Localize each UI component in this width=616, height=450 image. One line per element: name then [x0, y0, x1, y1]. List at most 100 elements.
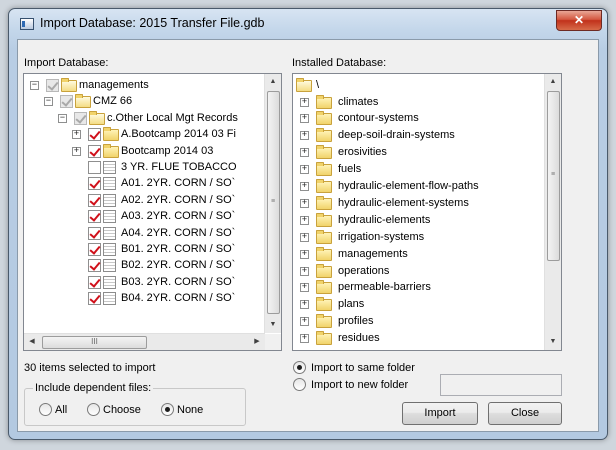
expand-icon[interactable]: + [300, 148, 309, 158]
radio-choose-circle[interactable] [87, 403, 100, 416]
folder-icon [316, 212, 332, 227]
tree-item-label: B01. 2YR. CORN / SO` [121, 243, 236, 255]
expand-icon[interactable]: + [300, 131, 309, 141]
expand-icon[interactable]: + [300, 215, 309, 225]
radio-choose[interactable]: Choose [87, 402, 157, 418]
title-bar[interactable]: Import Database: 2015 Transfer File.gdb … [9, 9, 607, 39]
expand-icon[interactable]: + [300, 198, 309, 208]
expand-icon[interactable]: + [300, 114, 309, 124]
expand-icon[interactable]: + [300, 300, 309, 310]
expand-icon[interactable]: + [300, 182, 309, 191]
scroll-left-icon[interactable]: ◀ [24, 334, 40, 350]
folder-icon [316, 229, 332, 244]
scroll-up-icon[interactable]: ▲ [545, 74, 561, 90]
expand-icon[interactable]: + [300, 334, 309, 344]
installed-item-label: hydraulic-element-systems [338, 196, 469, 209]
tree-item-label: c.Other Local Mgt Records [107, 111, 238, 124]
installed-item-label: residues [338, 332, 380, 345]
collapse-icon[interactable]: − [44, 97, 53, 107]
left-horizontal-scrollbar[interactable]: ◀ III ▶ [24, 333, 265, 350]
tree-item-label: CMZ 66 [93, 95, 133, 108]
radio-same-folder-circle[interactable] [293, 361, 306, 374]
installed-database-tree[interactable]: \ + climates + contour-systems + deep-soil-dr… [292, 73, 562, 351]
tree-item-label: 3 YR. FLUE TOBACCO [121, 161, 237, 173]
new-folder-input[interactable] [440, 374, 562, 396]
installed-item-label: profiles [338, 315, 374, 328]
radio-none-circle[interactable] [161, 403, 174, 416]
tree-item-label: A.Bootcamp 2014 03 Fi [121, 128, 236, 141]
import-button[interactable]: Import [402, 402, 478, 425]
document-icon [103, 259, 116, 273]
item-checkbox[interactable] [88, 275, 101, 289]
document-icon [103, 292, 116, 306]
folder-icon [316, 111, 332, 126]
item-checkbox[interactable] [88, 128, 101, 142]
radio-none[interactable]: None [161, 402, 221, 418]
expand-icon[interactable]: + [300, 283, 309, 293]
right-vertical-scrollbar[interactable]: ▲ ≡ ▼ [544, 74, 561, 350]
window-title: Import Database: 2015 Transfer File.gdb [40, 16, 265, 30]
expand-icon[interactable]: + [300, 317, 309, 327]
installed-item-label: operations [338, 264, 390, 277]
collapse-icon[interactable]: − [58, 113, 67, 123]
expand-icon[interactable]: + [300, 232, 309, 242]
item-checkbox[interactable] [88, 177, 101, 191]
item-checkbox[interactable] [88, 243, 101, 256]
expand-icon[interactable]: + [300, 165, 309, 175]
folder-icon [316, 128, 332, 143]
folder-icon [316, 297, 332, 312]
installed-item-label: climates [338, 95, 379, 108]
horizontal-scroll-thumb[interactable]: III [42, 336, 147, 349]
installed-item-label: irrigation-systems [338, 230, 425, 243]
item-checkbox[interactable] [88, 259, 101, 273]
item-checkbox[interactable] [60, 95, 73, 109]
expand-icon[interactable]: + [300, 249, 309, 259]
item-checkbox[interactable] [88, 144, 101, 158]
folder-icon [103, 143, 119, 158]
folder-open-icon [75, 94, 91, 109]
close-window-button[interactable]: ✕ [556, 10, 602, 31]
item-checkbox[interactable] [88, 161, 101, 174]
expand-icon[interactable]: + [300, 97, 309, 107]
radio-new-folder[interactable]: Import to new folder [293, 377, 453, 393]
folder-icon [103, 127, 119, 142]
scroll-thumb[interactable]: ≡ [547, 91, 560, 261]
folder-icon [316, 331, 332, 346]
folder-open-icon [61, 78, 77, 92]
radio-same-folder[interactable]: Import to same folder [293, 360, 453, 376]
radio-new-folder-circle[interactable] [293, 378, 306, 391]
tree-item-label: managements [79, 79, 149, 91]
scroll-thumb[interactable]: ≡ [267, 91, 280, 314]
folder-icon [316, 94, 332, 109]
scroll-down-icon[interactable]: ▼ [265, 317, 281, 333]
scroll-right-icon[interactable]: ▶ [249, 334, 265, 350]
dependent-files-group: Include dependent files: All Choose None [24, 382, 246, 426]
window-icon [20, 18, 34, 30]
item-checkbox[interactable] [88, 292, 101, 306]
radio-all-circle[interactable] [39, 403, 52, 416]
item-checkbox[interactable] [88, 210, 101, 224]
folder-icon [316, 246, 332, 261]
left-vertical-scrollbar[interactable]: ▲ ≡ ▼ [264, 74, 281, 333]
expand-icon[interactable]: + [72, 146, 81, 156]
installed-item-label: managements [338, 247, 408, 260]
document-icon [103, 210, 116, 224]
item-checkbox[interactable] [46, 79, 59, 92]
import-database-tree[interactable]: − managements − CMZ 66 − c.Other Local Mgt Re… [23, 73, 282, 351]
close-button[interactable]: Close [488, 402, 562, 425]
selection-status: 30 items selected to import [24, 362, 156, 374]
radio-none-label: None [177, 404, 204, 416]
expand-icon[interactable]: + [300, 266, 309, 276]
document-icon [103, 226, 116, 240]
item-checkbox[interactable] [88, 226, 101, 240]
folder-open-icon [89, 110, 105, 125]
scroll-down-icon[interactable]: ▼ [545, 334, 561, 350]
item-checkbox[interactable] [88, 193, 101, 207]
folder-icon [316, 280, 332, 295]
collapse-icon[interactable]: − [30, 81, 39, 90]
item-checkbox[interactable] [74, 111, 87, 125]
radio-all[interactable]: All [39, 402, 89, 418]
scroll-up-icon[interactable]: ▲ [265, 74, 281, 90]
tree-item-label: A04. 2YR. CORN / SO` [121, 226, 236, 239]
expand-icon[interactable]: + [72, 130, 81, 140]
